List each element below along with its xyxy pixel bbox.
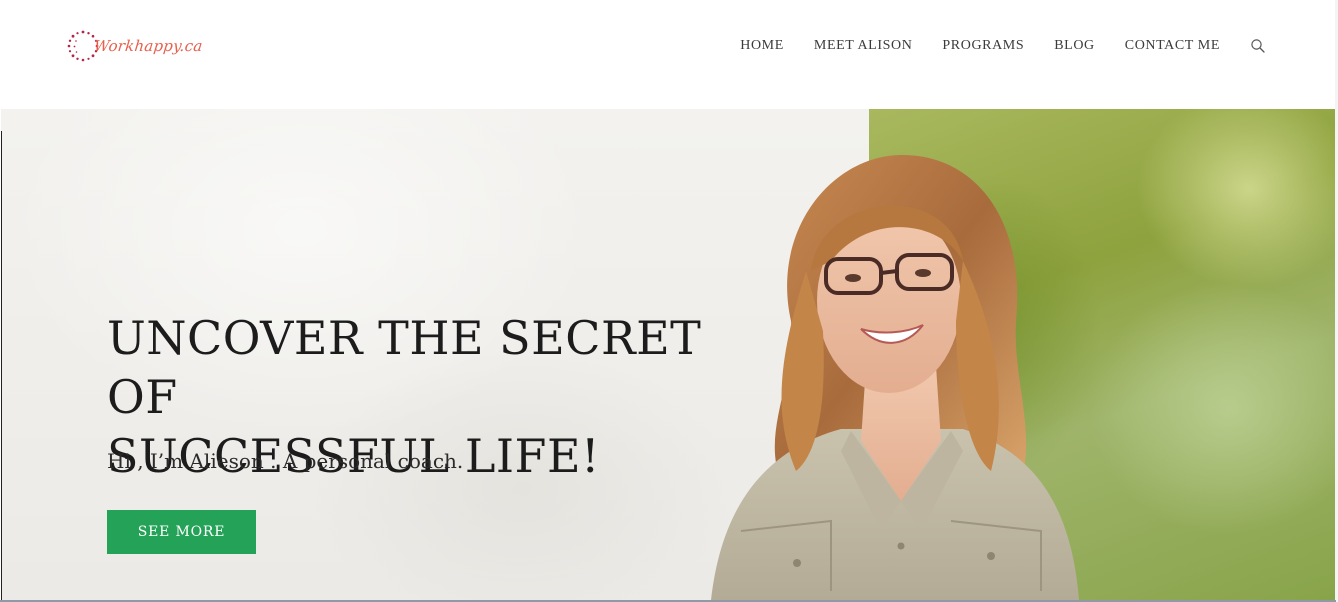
divider: [1, 131, 2, 600]
nav-item-contact-me[interactable]: CONTACT ME: [1125, 36, 1220, 56]
site-logo[interactable]: Workhappy.ca: [66, 28, 216, 64]
main-nav: HOME MEET ALISON PROGRAMS BLOG CONTACT M…: [710, 36, 1266, 56]
logo-text: Workhappy.ca: [93, 37, 204, 55]
site-header: Workhappy.ca HOME MEET ALISON PROGRAMS B…: [0, 0, 1338, 109]
hero-title-line-1: UNCOVER THE SECRET OF: [107, 311, 702, 424]
nav-item-home[interactable]: HOME: [740, 36, 784, 56]
nav-item-meet-alison[interactable]: MEET ALISON: [814, 36, 913, 56]
hero-section: UNCOVER THE SECRET OF SUCCESSFUL LIFE! H…: [1, 109, 1335, 600]
page: Workhappy.ca HOME MEET ALISON PROGRAMS B…: [0, 0, 1338, 602]
nav-item-blog[interactable]: BLOG: [1054, 36, 1095, 56]
see-more-button[interactable]: SEE MORE: [107, 510, 256, 554]
search-icon[interactable]: [1250, 38, 1266, 54]
nav-item-programs[interactable]: PROGRAMS: [942, 36, 1024, 56]
hero-subtitle: Hi , I’m Alieson . A personal coach.: [107, 449, 464, 473]
